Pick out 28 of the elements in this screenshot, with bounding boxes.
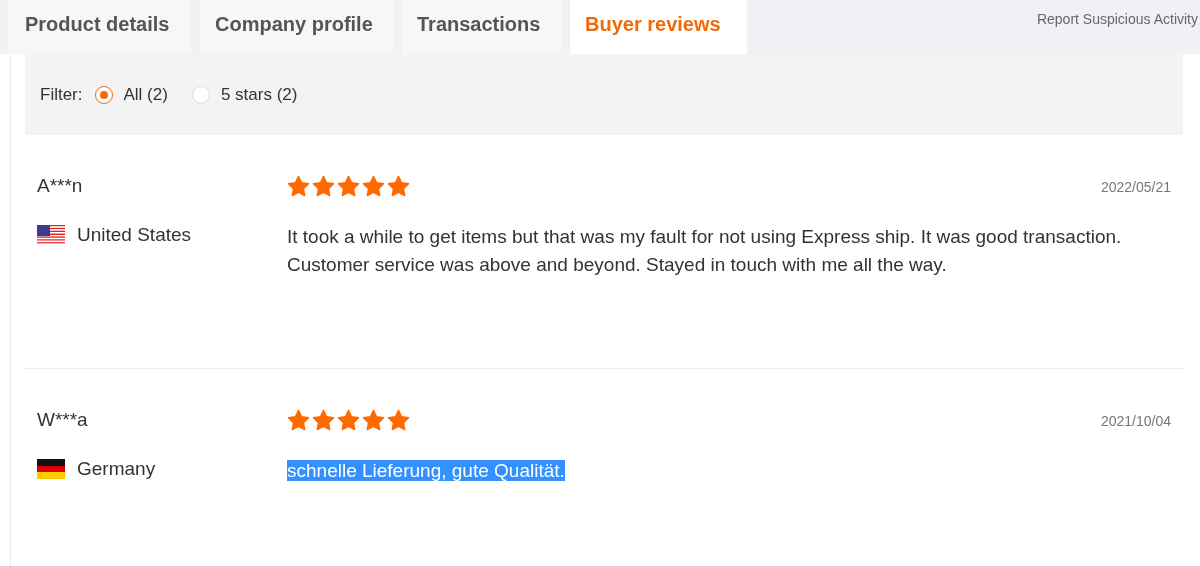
german-flag-icon <box>37 459 65 479</box>
radio-option[interactable]: All (2) <box>94 84 168 105</box>
buyer-name: A***n <box>37 175 84 197</box>
tab[interactable]: Company profile <box>200 0 393 54</box>
buyer-name: W***a <box>37 409 89 431</box>
country-name: United States <box>77 224 192 246</box>
review-text: It took a while to get items but that was my fault for not using Express ship. It was good transaction. Customer service was above and beyond. Stayed in touch with me all the way. <box>287 226 1122 275</box>
star-icon <box>387 409 410 432</box>
tab[interactable]: Transactions <box>402 0 561 54</box>
star-icon <box>287 409 310 432</box>
us-flag-icon <box>37 225 65 245</box>
review-text: schnelle Lieferung, gute Qualität. <box>287 460 565 481</box>
country-name: Germany <box>77 458 156 480</box>
review-date: 2021/10/04 <box>1100 412 1171 429</box>
star-icon <box>387 175 410 198</box>
filter-label: Filter: <box>40 84 83 105</box>
review-date: 2022/05/21 <box>1100 178 1171 195</box>
radio-button[interactable] <box>94 85 113 104</box>
report-link[interactable]: Report Suspicious Activity <box>1036 11 1198 27</box>
star-icon <box>337 175 360 198</box>
star-icon <box>312 409 335 432</box>
star-icon <box>287 175 310 198</box>
star-icon <box>312 175 335 198</box>
star-icon <box>362 175 385 198</box>
radio-option[interactable]: 5 stars (2) <box>191 84 298 105</box>
star-icon <box>337 409 360 432</box>
tab[interactable]: Product details <box>8 0 191 54</box>
star-icon <box>362 409 385 432</box>
